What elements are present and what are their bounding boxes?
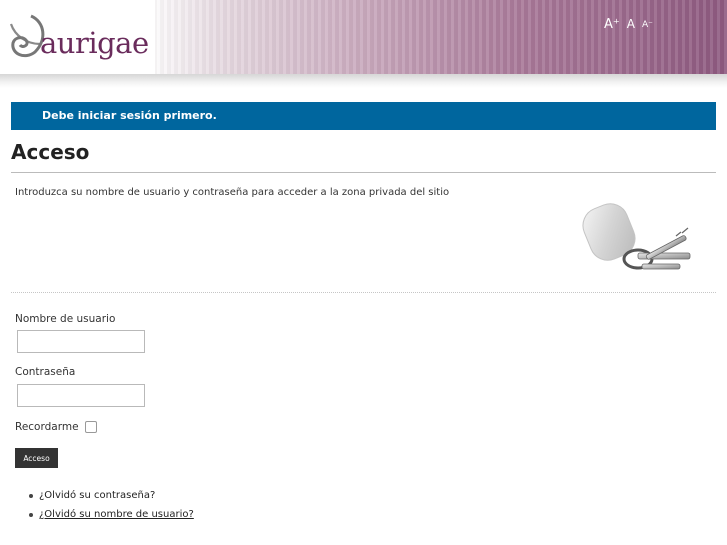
font-increase-button[interactable]: A⁺ bbox=[604, 18, 620, 31]
remember-checkbox[interactable] bbox=[84, 421, 97, 433]
logo-text: aurigae bbox=[40, 26, 149, 60]
logo[interactable]: aurigae bbox=[0, 0, 155, 74]
remember-me: Recordarme bbox=[15, 421, 97, 433]
username-field[interactable] bbox=[17, 330, 145, 353]
username-label: Nombre de usuario bbox=[15, 313, 116, 325]
title-divider bbox=[11, 172, 716, 173]
section-divider bbox=[11, 292, 716, 293]
password-field[interactable] bbox=[17, 384, 145, 407]
help-links: ¿Olvidó su contraseña? ¿Olvidó su nombre… bbox=[29, 489, 194, 527]
font-decrease-button[interactable]: A⁻ bbox=[642, 21, 653, 30]
keys-icon bbox=[582, 203, 691, 270]
header-stripes bbox=[150, 0, 727, 74]
remember-label: Recordarme bbox=[15, 421, 79, 433]
font-size-controls: A⁺ A A⁻ bbox=[604, 18, 653, 31]
password-label: Contraseña bbox=[15, 366, 76, 378]
header-shadow bbox=[0, 74, 727, 88]
login-button[interactable]: Acceso bbox=[15, 448, 58, 468]
site-header: aurigae A⁺ A A⁻ bbox=[0, 0, 727, 74]
system-message: Debe iniciar sesión primero. bbox=[11, 102, 716, 130]
forgot-password-text: ¿Olvidó su contraseña? bbox=[39, 490, 156, 501]
forgot-username-link[interactable]: ¿Olvidó su nombre de usuario? bbox=[29, 508, 194, 527]
font-normal-button[interactable]: A bbox=[627, 18, 635, 30]
forgot-username-text: ¿Olvidó su nombre de usuario? bbox=[39, 509, 194, 520]
page-title: Acceso bbox=[11, 140, 90, 164]
login-description: Introduzca su nombre de usuario y contra… bbox=[15, 187, 450, 198]
forgot-password-link[interactable]: ¿Olvidó su contraseña? bbox=[29, 489, 194, 508]
